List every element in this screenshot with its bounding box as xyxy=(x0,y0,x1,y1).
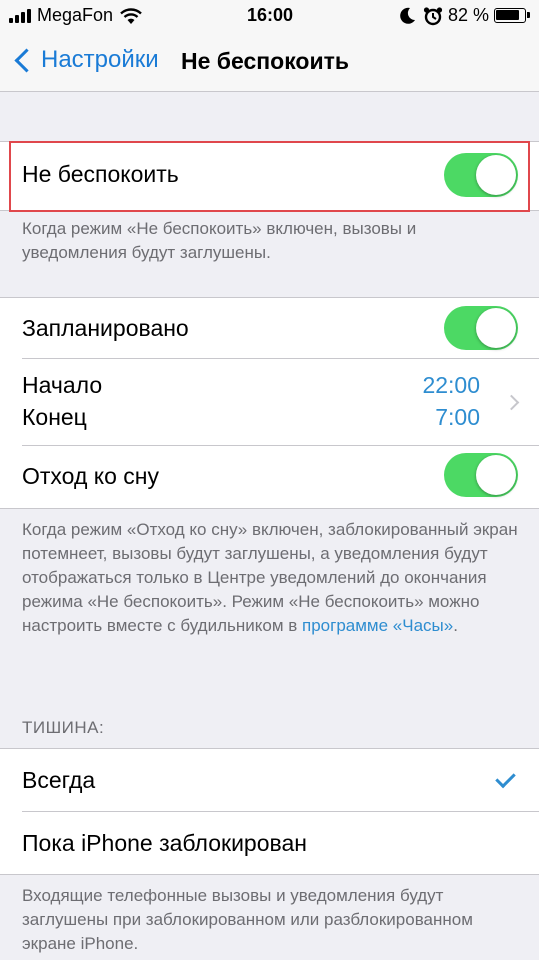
battery-percent: 82 % xyxy=(448,5,490,25)
back-button-label: Настройки xyxy=(41,46,159,73)
checkmark-icon xyxy=(495,767,516,789)
navigation-bar: Настройки Не беспокоить xyxy=(0,32,539,92)
silence-locked-label: Пока iPhone заблокирован xyxy=(22,830,307,856)
silence-locked-row[interactable]: Пока iPhone заблокирован xyxy=(0,812,539,874)
bedtime-footer-end: . xyxy=(453,616,458,635)
chevron-left-icon xyxy=(14,47,39,73)
dnd-group: Не беспокоить xyxy=(0,141,539,211)
dnd-footer: Когда режим «Не беспокоить» включен, выз… xyxy=(22,219,417,262)
silence-section-header: ТИШИНА: xyxy=(22,718,105,737)
dnd-toggle[interactable] xyxy=(444,153,518,197)
moon-icon xyxy=(400,7,415,24)
end-label: Конец xyxy=(22,404,87,430)
scheduled-row[interactable]: Запланировано xyxy=(0,298,539,358)
time-range-row[interactable]: Начало 22:00 Конец 7:00 xyxy=(0,359,539,445)
schedule-group: Запланировано Начало 22:00 Конец 7:00 От… xyxy=(0,297,539,509)
silence-footer: Входящие телефонные вызовы и уведомления… xyxy=(22,886,473,953)
bedtime-label: Отход ко сну xyxy=(22,463,159,489)
scheduled-toggle[interactable] xyxy=(444,306,518,350)
scheduled-label: Запланировано xyxy=(22,315,189,341)
battery-icon xyxy=(494,8,530,23)
bedtime-footer: Когда режим «Отход ко сну» включен, забл… xyxy=(22,518,522,638)
silence-group: Всегда Пока iPhone заблокирован xyxy=(0,748,539,875)
chevron-right-icon xyxy=(503,394,520,411)
dnd-row[interactable]: Не беспокоить xyxy=(0,142,539,210)
silence-always-label: Всегда xyxy=(22,767,96,793)
status-bar: MegaFon 16:00 82 % xyxy=(0,0,539,32)
back-button[interactable]: Настройки xyxy=(8,40,159,80)
bedtime-row[interactable]: Отход ко сну xyxy=(0,446,539,508)
wifi-icon xyxy=(120,8,142,24)
start-time-value: 22:00 xyxy=(422,372,480,398)
status-time: 16:00 xyxy=(247,5,294,25)
clock-app-link[interactable]: программе «Часы» xyxy=(302,616,453,635)
bedtime-toggle[interactable] xyxy=(444,453,518,497)
carrier-name: MegaFon xyxy=(37,5,114,25)
page-title: Не беспокоить xyxy=(181,48,350,74)
start-label: Начало xyxy=(22,372,103,398)
signal-icon xyxy=(9,9,35,23)
dnd-label: Не беспокоить xyxy=(22,161,179,187)
silence-always-row[interactable]: Всегда xyxy=(0,749,539,811)
alarm-icon xyxy=(423,7,443,26)
end-time-value: 7:00 xyxy=(435,404,480,430)
